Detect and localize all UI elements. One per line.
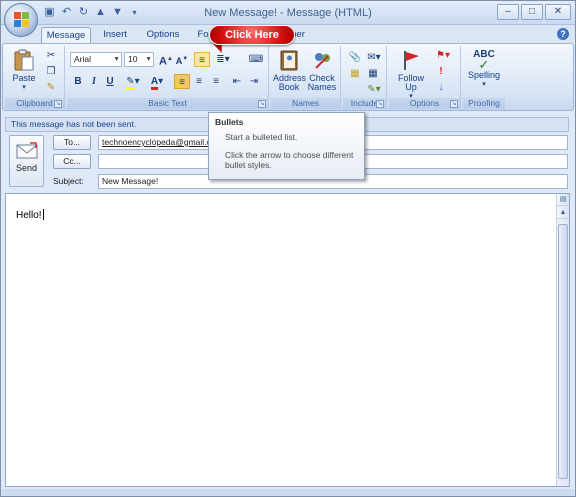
low-importance-icon[interactable]: ↓ <box>433 80 449 95</box>
window-controls: – □ ✕ <box>497 4 571 20</box>
format-painter-icon[interactable]: ✎ <box>43 80 59 95</box>
align-center-button[interactable]: ≡ <box>191 74 207 89</box>
subject-label: Subject: <box>53 176 84 186</box>
send-button[interactable]: Send <box>9 135 44 187</box>
font-size-select[interactable]: 10 ▼ <box>124 52 154 67</box>
body-text-line[interactable]: Hello! <box>16 209 44 221</box>
body-text: Hello! <box>16 210 42 221</box>
tab-message[interactable]: Message <box>41 27 91 43</box>
message-window: ▣ ↶ ↻ ▲ ▼ ▾ New Message! - Message (HTML… <box>0 0 576 497</box>
check-names-label: Check Names <box>307 73 337 92</box>
calendar-icon[interactable]: ▦ <box>365 66 381 81</box>
scroll-up-icon[interactable]: ▲ <box>557 207 569 219</box>
tooltip-description: Start a bulleted list. <box>225 132 298 142</box>
tab-insert[interactable]: Insert <box>97 27 133 43</box>
close-button[interactable]: ✕ <box>545 4 571 20</box>
basic-text-launcher-icon[interactable]: ↘ <box>258 100 266 108</box>
spelling-button[interactable]: ABC ✓ Spelling ▾ <box>465 48 503 89</box>
high-importance-icon[interactable]: ! <box>433 64 449 79</box>
vertical-scrollbar[interactable]: ▤ ▲ <box>556 194 569 486</box>
signature-icon[interactable]: ✎▾ <box>365 82 383 97</box>
ruler-toggle-icon[interactable]: ▤ <box>557 194 569 206</box>
ribbon: Paste ▾ ✂ ❐ ✎ Clipboard ↘ Arial ▼ 10 ▼ A… <box>2 43 574 111</box>
paste-button[interactable]: Paste ▾ <box>9 48 39 92</box>
bullets-button[interactable]: ≡ <box>194 52 210 67</box>
permission-icon[interactable]: ⚑▾ <box>433 48 453 63</box>
office-logo-icon <box>14 12 29 27</box>
cut-icon[interactable]: ✂ <box>43 48 59 63</box>
names-group-label: Names <box>271 98 340 109</box>
font-name-value: Arial <box>74 54 92 64</box>
paste-label: Paste <box>12 73 36 83</box>
clipboard-launcher-icon[interactable]: ↘ <box>54 100 62 108</box>
text-caret <box>42 209 44 220</box>
message-body[interactable]: Hello! ▤ ▲ <box>5 193 570 487</box>
increase-indent-button[interactable]: ⇥ <box>246 74 262 89</box>
italic-button[interactable]: I <box>86 74 102 89</box>
font-size-value: 10 <box>128 54 138 64</box>
scrollbar-thumb[interactable] <box>558 224 568 479</box>
title-bar: ▣ ↶ ↻ ▲ ▼ ▾ New Message! - Message (HTML… <box>1 1 575 25</box>
group-options: Follow Up ▾ ⚑▾ ! ↓ Options ↘ <box>389 46 461 109</box>
tooltip-hint: Click the arrow to choose different bull… <box>225 150 354 170</box>
office-button[interactable] <box>4 3 38 37</box>
paste-icon <box>14 49 34 71</box>
clear-formatting-icon[interactable]: ⌨ <box>248 52 264 67</box>
align-right-button[interactable]: ≡ <box>208 74 224 89</box>
spelling-dropdown-icon[interactable]: ▾ <box>465 80 503 89</box>
check-names-icon <box>315 53 330 69</box>
tab-options[interactable]: Options <box>141 27 185 43</box>
group-clipboard: Paste ▾ ✂ ❐ ✎ Clipboard ↘ <box>5 46 65 109</box>
help-icon[interactable]: ? <box>557 28 569 40</box>
font-color-button[interactable]: A▾ <box>146 74 168 90</box>
align-left-button[interactable]: ≡ <box>174 74 190 89</box>
group-include: 📎 ✉▾ ▦ ▦ ✎▾ Include ↘ <box>343 46 387 109</box>
bullets-tooltip: Bullets Start a bulleted list. Click the… <box>208 112 365 180</box>
proofing-group-label: Proofing <box>463 98 505 109</box>
highlight-button[interactable]: ✎▾ <box>122 74 144 90</box>
business-card-icon[interactable]: ▦ <box>347 66 363 81</box>
address-book-label: Address Book <box>273 73 307 92</box>
group-basic-text: Arial ▼ 10 ▼ A▲ A▼ ≡ ≣▾ ⌨ B I U ✎▾ A▾ ≡ … <box>67 46 269 109</box>
underline-button[interactable]: U <box>102 74 118 89</box>
flag-icon <box>404 51 419 70</box>
shrink-font-button[interactable]: A▼ <box>174 52 190 67</box>
include-launcher-icon[interactable]: ↘ <box>376 100 384 108</box>
decrease-indent-button[interactable]: ⇤ <box>229 74 245 89</box>
status-bar <box>2 489 574 496</box>
check-names-button[interactable]: Check Names <box>306 48 338 92</box>
address-book-icon <box>280 50 298 71</box>
address-book-button[interactable]: Address Book <box>273 48 307 92</box>
send-label: Send <box>15 163 38 173</box>
copy-icon[interactable]: ❐ <box>43 64 59 79</box>
options-launcher-icon[interactable]: ↘ <box>450 100 458 108</box>
send-envelope-icon <box>16 142 37 159</box>
numbering-button[interactable]: ≣▾ <box>212 52 234 67</box>
chevron-down-icon: ▼ <box>113 56 120 63</box>
cc-button[interactable]: Cc... <box>53 154 91 169</box>
maximize-button[interactable]: □ <box>521 4 543 20</box>
window-title: New Message! - Message (HTML) <box>204 7 372 19</box>
attach-item-icon[interactable]: ✉▾ <box>365 50 383 65</box>
follow-up-button[interactable]: Follow Up ▾ <box>393 48 429 101</box>
bold-button[interactable]: B <box>70 74 86 89</box>
grow-font-label: A <box>159 55 167 68</box>
to-button[interactable]: To... <box>53 135 91 150</box>
tooltip-title: Bullets <box>215 117 244 127</box>
click-here-callout: Click Here <box>209 25 295 45</box>
chevron-down-icon: ▼ <box>145 56 152 63</box>
font-name-select[interactable]: Arial ▼ <box>70 52 122 67</box>
minimize-button[interactable]: – <box>497 4 519 20</box>
basic-text-group-label: Basic Text <box>67 98 268 109</box>
paste-dropdown-icon[interactable]: ▾ <box>9 83 39 92</box>
attach-file-icon[interactable]: 📎 <box>347 50 363 65</box>
group-proofing: ABC ✓ Spelling ▾ Proofing <box>463 46 505 109</box>
follow-up-label: Follow Up <box>397 73 424 92</box>
group-names: Address Book Check Names Names <box>271 46 341 109</box>
grow-font-button[interactable]: A▲ <box>158 52 174 68</box>
spelling-label: Spelling <box>467 70 501 80</box>
